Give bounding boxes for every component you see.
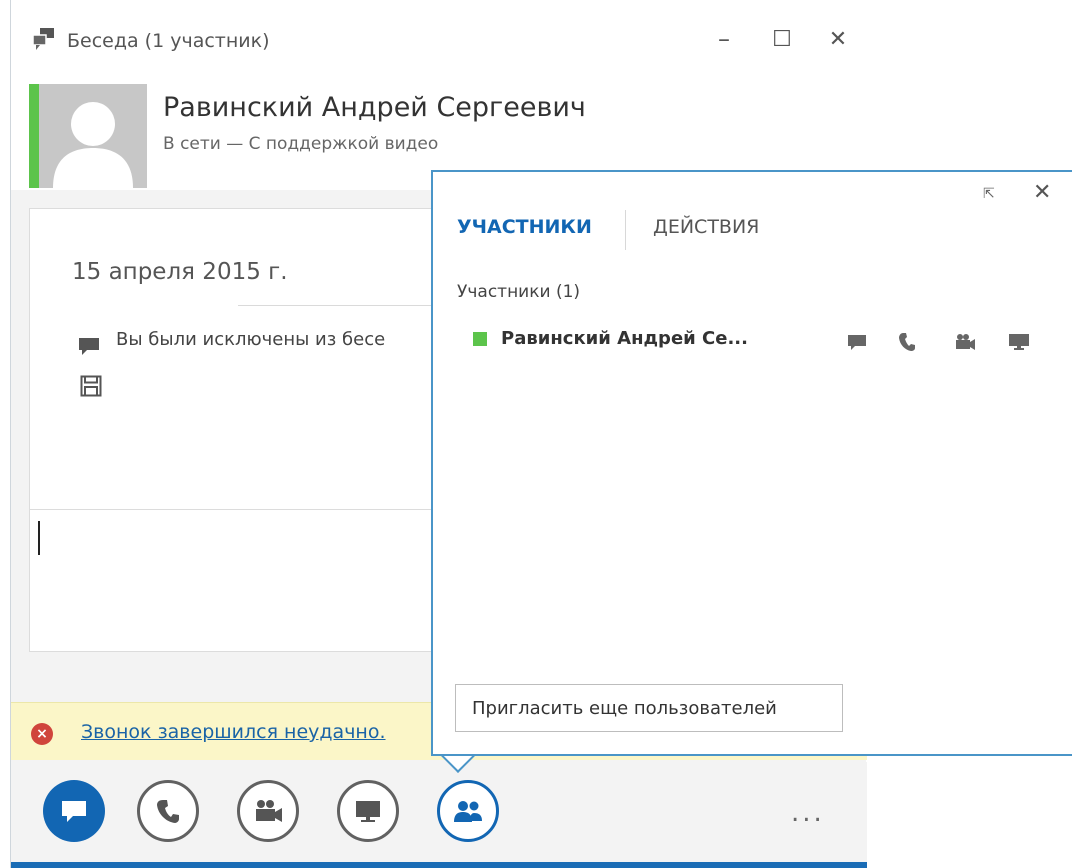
participant-call-button[interactable] bbox=[895, 330, 919, 354]
chat-bubble-icon bbox=[79, 338, 99, 355]
tab-separator bbox=[625, 210, 626, 250]
invite-more-users-button[interactable]: Пригласить еще пользователей bbox=[455, 684, 843, 732]
tab-participants[interactable]: УЧАСТНИКИ bbox=[457, 216, 592, 238]
phone-button[interactable] bbox=[137, 780, 199, 842]
participant-presence-indicator bbox=[473, 332, 487, 346]
participants-heading: Участники (1) bbox=[457, 282, 581, 302]
monitor-icon bbox=[356, 801, 380, 822]
chat-bubble-icon bbox=[848, 335, 866, 350]
avatar[interactable] bbox=[39, 84, 147, 188]
im-button[interactable] bbox=[43, 780, 105, 842]
monitor-icon bbox=[1009, 334, 1029, 350]
tab-actions[interactable]: ДЕЙСТВИЯ bbox=[653, 216, 759, 238]
bottom-accent-line bbox=[11, 862, 867, 868]
participant-name[interactable]: Равинский Андрей Се... bbox=[501, 328, 748, 349]
chat-date: 15 апреля 2015 г. bbox=[72, 259, 288, 285]
title-bar: Беседа (1 участник) – ☐ ✕ bbox=[11, 0, 867, 78]
error-circle-icon: × bbox=[31, 723, 53, 745]
system-message: Вы были исключены из бесе bbox=[116, 329, 386, 350]
phone-icon bbox=[157, 800, 179, 823]
action-toolbar: ... bbox=[11, 762, 867, 868]
participant-share-button[interactable] bbox=[1007, 330, 1031, 354]
present-button[interactable] bbox=[337, 780, 399, 842]
contact-name: Равинский Андрей Сергеевич bbox=[163, 92, 586, 123]
people-icon bbox=[454, 801, 482, 822]
participants-button[interactable] bbox=[437, 780, 499, 842]
chat-bubble-icon bbox=[62, 801, 86, 822]
avatar-placeholder-icon bbox=[53, 102, 133, 188]
minimize-button[interactable]: – bbox=[709, 24, 739, 54]
window-title: Беседа (1 участник) bbox=[67, 30, 270, 52]
text-caret bbox=[38, 521, 40, 555]
video-camera-icon bbox=[256, 800, 282, 822]
save-icon[interactable] bbox=[80, 375, 102, 397]
video-camera-icon bbox=[956, 334, 975, 350]
panel-close-button[interactable]: ✕ bbox=[1033, 180, 1051, 205]
more-options-button[interactable]: ... bbox=[791, 798, 825, 828]
close-button[interactable]: ✕ bbox=[823, 24, 853, 54]
conversation-icon bbox=[32, 28, 54, 50]
presence-indicator bbox=[29, 84, 39, 188]
video-button[interactable] bbox=[237, 780, 299, 842]
error-link[interactable]: Звонок завершился неудачно. bbox=[81, 721, 386, 743]
popout-icon[interactable]: ⇱ bbox=[983, 186, 995, 202]
phone-icon bbox=[899, 333, 915, 351]
participants-panel: ⇱ ✕ УЧАСТНИКИ ДЕЙСТВИЯ Участники (1) Рав… bbox=[431, 170, 1072, 756]
participant-video-button[interactable] bbox=[953, 330, 977, 354]
participant-im-button[interactable] bbox=[845, 330, 869, 354]
maximize-button[interactable]: ☐ bbox=[767, 24, 797, 54]
contact-status: В сети — С поддержкой видео bbox=[163, 134, 439, 154]
